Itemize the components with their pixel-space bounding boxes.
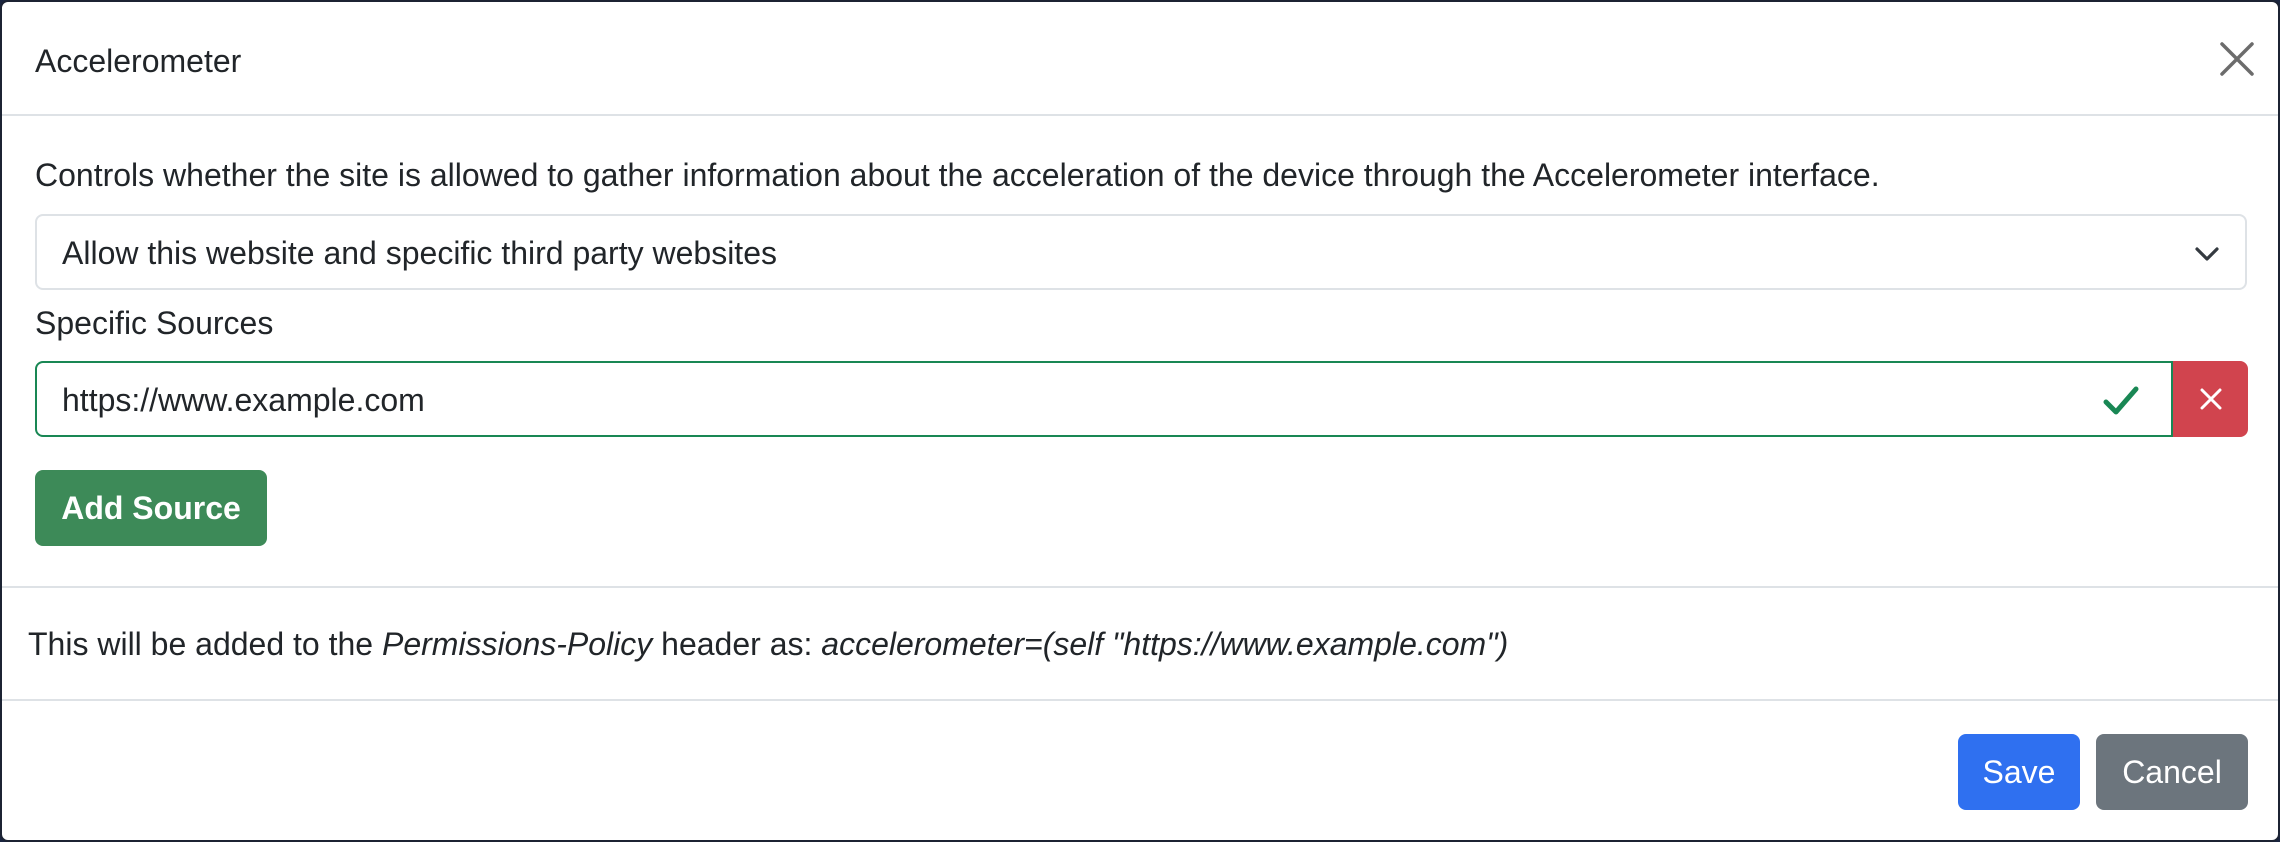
- permissions-modal: Accelerometer Controls whether the site …: [0, 0, 2280, 842]
- check-icon: [2103, 386, 2139, 415]
- footer-divider: [2, 699, 2278, 701]
- modal-header: Accelerometer: [2, 2, 2278, 116]
- header-preview: This will be added to the Permissions-Po…: [28, 625, 1508, 663]
- header-preview-middle: header as:: [652, 626, 822, 662]
- save-button[interactable]: Save: [1958, 734, 2080, 810]
- chevron-down-icon: [2195, 247, 2219, 261]
- divider: [2, 586, 2278, 588]
- specific-sources-label: Specific Sources: [35, 305, 274, 341]
- policy-select[interactable]: Allow this website and specific third pa…: [35, 214, 2247, 290]
- feature-description: Controls whether the site is allowed to …: [35, 157, 1880, 193]
- close-icon: [2220, 42, 2254, 76]
- cancel-button[interactable]: Cancel: [2096, 734, 2248, 810]
- header-preview-prefix: This will be added to the: [28, 626, 382, 662]
- header-name: Permissions-Policy: [381, 626, 653, 662]
- add-source-button[interactable]: Add Source: [35, 470, 267, 546]
- close-button[interactable]: [2212, 34, 2262, 84]
- source-url-value: https://www.example.com: [62, 382, 425, 418]
- remove-source-button[interactable]: [2173, 361, 2248, 437]
- header-value: accelerometer=(self "https://www.example…: [821, 626, 1509, 662]
- x-icon: [2200, 388, 2221, 410]
- modal-title: Accelerometer: [35, 43, 242, 79]
- source-url-input[interactable]: https://www.example.com: [35, 361, 2173, 437]
- policy-select-value: Allow this website and specific third pa…: [62, 235, 777, 271]
